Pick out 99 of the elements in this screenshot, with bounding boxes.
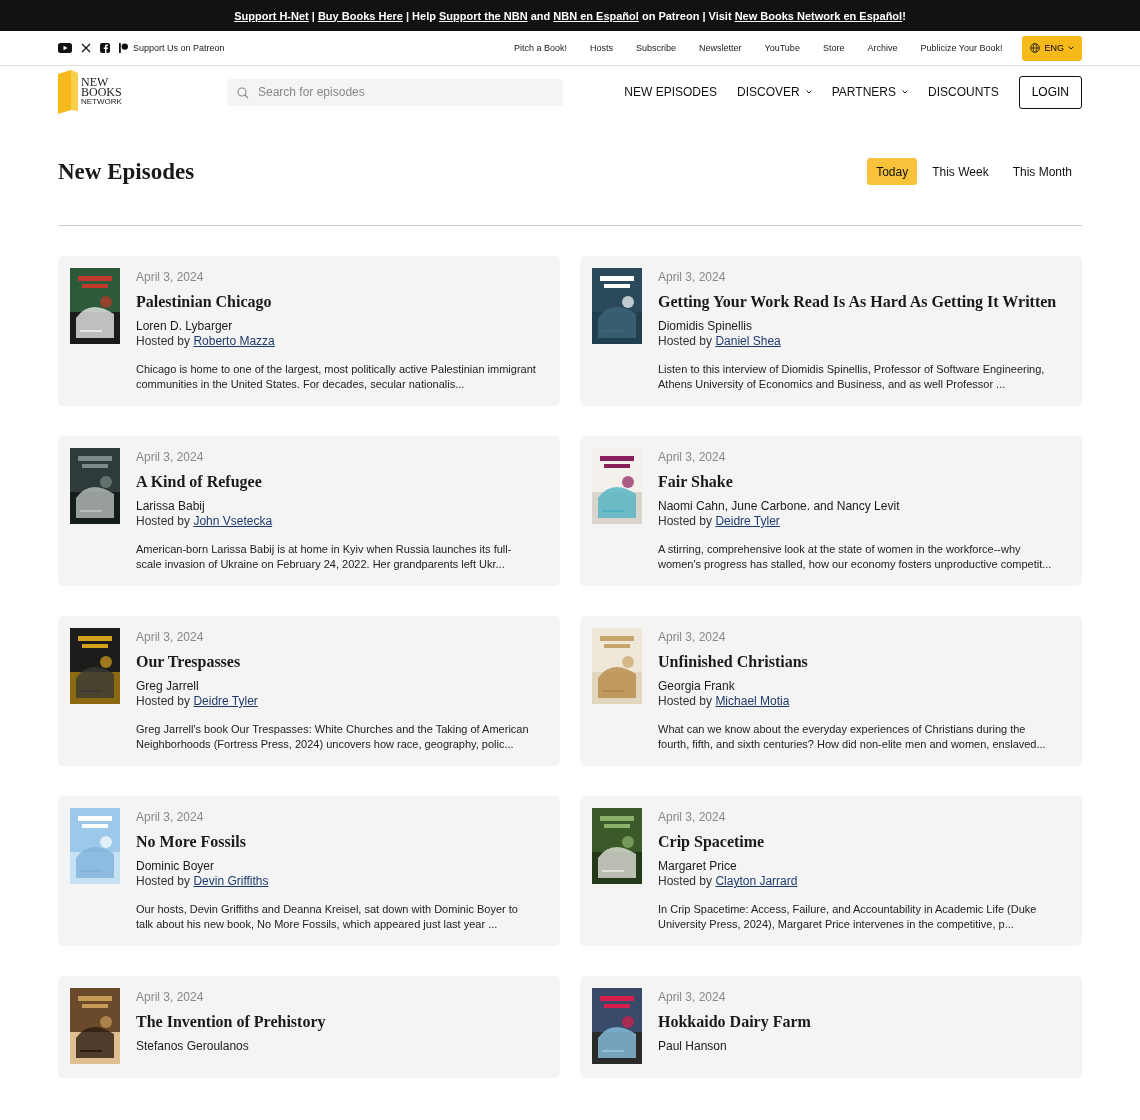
episode-date: April 3, 2024 — [658, 630, 727, 644]
utility-link[interactable]: Store — [822, 43, 845, 53]
episode-date: April 3, 2024 — [658, 270, 727, 284]
host-link[interactable]: Devin Griffiths — [193, 874, 269, 888]
episode-card[interactable] — [580, 616, 1082, 766]
host-line: Hosted by Clayton Jarrard — [658, 874, 799, 888]
episode-description: A stirring, comprehensive look at the state of women in the workforce--why women's progress has stalled, how our economy fosters unproductive competit... — [658, 542, 1053, 572]
author-name: Stefanos Geroulanos — [136, 1039, 250, 1053]
nav-link[interactable]: NEW EPISODES — [624, 85, 718, 99]
author-name: Larissa Babij — [136, 499, 206, 513]
youtube-icon[interactable] — [58, 43, 72, 53]
search-field[interactable]: Search for episodes — [227, 78, 563, 106]
caret-icon — [902, 90, 908, 94]
episode-card[interactable] — [580, 256, 1082, 406]
episode-title[interactable]: A Kind of Refugee — [136, 473, 550, 491]
caret-icon — [805, 90, 812, 94]
host-link[interactable]: Roberto Mazza — [193, 334, 275, 348]
author-name: Margaret Price — [658, 859, 738, 873]
episode-date: April 3, 2024 — [136, 810, 205, 824]
search-icon — [237, 86, 249, 99]
episode-card[interactable] — [58, 616, 560, 766]
login-button[interactable]: LOGIN — [1018, 75, 1082, 109]
patreon-link[interactable]: Support Us on Patreon — [119, 43, 225, 53]
x-icon[interactable] — [81, 43, 91, 53]
utility-link[interactable]: Archive — [867, 43, 898, 53]
episode-date: April 3, 2024 — [136, 270, 205, 284]
utility-link[interactable]: YouTube — [764, 43, 800, 53]
episode-title[interactable]: Palestinian Chicago — [136, 293, 550, 311]
episode-date: April 3, 2024 — [658, 810, 727, 824]
nav-link[interactable]: DISCOUNTS — [928, 85, 999, 99]
filter-tab[interactable]: This Week — [923, 158, 998, 185]
episode-date: April 3, 2024 — [658, 990, 727, 1004]
episode-description: Our hosts, Devin Griffiths and Deanna Kreisel, sat down with Dominic Boyer to talk about his new book, No More Fossils, which appeared just last year ... — [136, 902, 519, 932]
page-title: New Episodes — [58, 158, 195, 185]
episode-date: April 3, 2024 — [136, 630, 205, 644]
episode-title[interactable]: Fair Shake — [658, 473, 1072, 491]
announcement-link[interactable]: Support H-Net — [234, 9, 309, 22]
caret-icon — [1068, 46, 1074, 50]
author-name: Loren D. Lybarger — [136, 319, 234, 333]
episode-description: In Crip Spacetime: Access, Failure, and Accountability in Academic Life (Duke University Press, 2024), Margaret Price intervenes in the competitive, p... — [658, 902, 1038, 932]
host-link[interactable]: Deidre Tyler — [715, 514, 780, 528]
episode-title[interactable]: Getting Your Work Read Is As Hard As Getting It Written — [658, 293, 1072, 311]
author-name: Dominic Boyer — [136, 859, 216, 873]
episode-description: Greg Jarrell's book Our Trespasses: White Churches and the Taking of American Neighborhoods (Fortress Press, 2024) uncovers how race, geography, polic... — [136, 722, 530, 752]
author-name: Greg Jarrell — [136, 679, 200, 693]
host-line: Hosted by Deidre Tyler — [136, 694, 259, 708]
author-name: Diomidis Spinellis — [658, 319, 754, 333]
author-name: Naomi Cahn, June Carbone. and Nancy Levit — [658, 499, 901, 513]
episode-card[interactable] — [58, 796, 560, 946]
episode-card[interactable] — [58, 436, 560, 586]
filter-tab[interactable]: Today — [867, 158, 918, 185]
episode-description: Listen to this interview of Diomidis Spinellis, Professor of Software Engineering, Athens University of Economics and Business, and as well Professor ... — [658, 362, 1046, 392]
episode-card[interactable]: April 3, 2024 The Invention of Prehistory Stefanos Geroulanos — [58, 976, 560, 1078]
nav-link[interactable]: PARTNERS — [831, 85, 908, 99]
utility-link[interactable]: Subscribe — [635, 43, 676, 53]
utility-link[interactable]: Newsletter — [699, 43, 742, 53]
author-name: Georgia Frank — [658, 679, 736, 693]
announcement-link[interactable]: Support the NBN — [439, 9, 528, 22]
utility-link[interactable]: Publicize Your Book! — [920, 43, 1003, 53]
filter-tab[interactable]: This Month — [1003, 158, 1081, 185]
nav-link[interactable]: DISCOVER — [737, 85, 812, 99]
host-line: Hosted by Michael Motia — [658, 694, 791, 708]
utility-link[interactable]: Pitch a Book! — [513, 43, 567, 53]
logo-text[interactable]: NEW BOOKS NETWORK — [81, 77, 122, 107]
host-link[interactable]: Clayton Jarrard — [715, 874, 798, 888]
episode-date: April 3, 2024 — [136, 450, 205, 464]
episode-title[interactable]: Crip Spacetime — [658, 833, 1072, 851]
announcement-link[interactable]: Buy Books Here — [317, 9, 403, 22]
host-link[interactable]: John Vsetecka — [193, 514, 273, 528]
episode-title[interactable]: No More Fossils — [136, 833, 550, 851]
host-link[interactable]: Deidre Tyler — [193, 694, 258, 708]
episode-date: April 3, 2024 — [658, 450, 727, 464]
facebook-icon[interactable] — [100, 43, 110, 53]
episode-date: April 3, 2024 — [136, 990, 205, 1004]
patreon-icon — [119, 43, 128, 53]
episode-title[interactable]: The Invention of Prehistory — [136, 1013, 326, 1031]
announcement-link[interactable]: NBN en Español — [553, 9, 639, 22]
episode-card[interactable] — [580, 436, 1082, 586]
announcement-text: Support H-Net | Buy Books Here | Help Support the NBN and NBN en Español on Patreon | Visit New Books Network en Español! — [234, 9, 906, 22]
episode-title[interactable]: Unfinished Christians — [658, 653, 1072, 671]
episode-description: What can we know about the everyday experiences of Christians during the fourth, fifth, and sixth centuries? How did non-elite men and women, enslaved... — [658, 722, 1047, 752]
episode-card[interactable] — [580, 796, 1082, 946]
episode-card[interactable] — [58, 256, 560, 406]
host-line: Hosted by Devin Griffiths — [136, 874, 270, 888]
host-link[interactable]: Daniel Shea — [715, 334, 781, 348]
host-line: Hosted by Deidre Tyler — [658, 514, 781, 528]
episode-title[interactable]: Our Trespasses — [136, 653, 550, 671]
host-link[interactable]: Michael Motia — [715, 694, 790, 708]
host-line: Hosted by John Vsetecka — [136, 514, 274, 528]
author-name: Paul Hanson — [658, 1039, 728, 1053]
host-line: Hosted by Roberto Mazza — [136, 334, 276, 348]
host-line: Hosted by Daniel Shea — [658, 334, 782, 348]
globe-icon — [1030, 43, 1041, 53]
episode-card[interactable]: April 3, 2024 Hokkaido Dairy Farm Paul Hanson — [580, 976, 1082, 1078]
language-button[interactable]: ENG — [1022, 35, 1082, 61]
episode-title[interactable]: Hokkaido Dairy Farm — [658, 1013, 811, 1031]
episode-description: American-born Larissa Babij is at home in Kyiv when Russia launches its full-scale invasion of Ukraine on February 24, 2022. Her grandparents left Ukr... — [136, 542, 513, 572]
episode-description: Chicago is home to one of the largest, most politically active Palestinian immigrant communities in the United States. For decades, secular nationalis... — [136, 362, 537, 392]
utility-link[interactable]: Hosts — [589, 43, 613, 53]
